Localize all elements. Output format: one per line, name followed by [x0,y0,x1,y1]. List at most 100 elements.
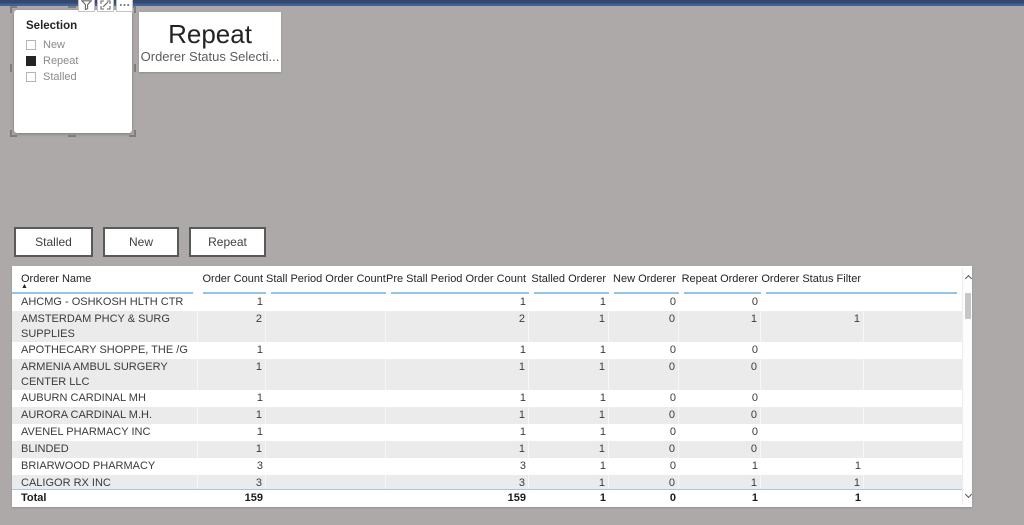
value-cell [266,390,386,407]
table-header-row: Orderer Name ▲ Order Count Stall Period Ord… [12,266,962,294]
checkbox-icon[interactable] [26,55,36,66]
table-row[interactable]: AVENEL PHARMACY INC 1 1 1 0 0 [12,424,962,441]
resize-handle[interactable] [134,64,136,72]
value-cell: 0 [669,344,676,356]
resize-handle[interactable] [68,135,76,137]
column-header[interactable]: Orderer Name ▲ [12,266,198,294]
value-cell: 0 [679,407,761,424]
value-cell: 1 [256,296,263,308]
report-canvas: Selection New Repeat Stalled Repeat Ordere… [0,0,1024,525]
slicer-option-repeat[interactable]: Repeat [26,53,132,68]
column-header[interactable]: Orderer Status Filter [761,266,864,294]
more-options-icon[interactable] [116,0,133,12]
table-row[interactable]: AUBURN CARDINAL MH 1 1 1 0 0 [12,390,962,407]
checkbox-icon[interactable] [26,39,36,50]
value-cell: 1 [761,475,864,489]
slicer-option-label: Repeat [43,54,79,67]
value-cell: 0 [751,392,758,404]
table-row[interactable]: BRIARWOOD PHARMACY 3 3 1 0 1 1 [12,458,962,475]
value-cell [266,359,386,390]
value-cell: 1 [198,359,266,390]
table-row[interactable]: APOTHECARY SHOPPE, THE /G 1 1 1 0 0 [12,342,962,359]
orderer-name-cell: BRIARWOOD PHARMACY [21,460,156,472]
column-header[interactable]: Pre Stall Period Order Count [386,266,529,294]
column-header[interactable]: Stall Period Order Count [266,266,386,294]
slicer-option-new[interactable]: New [26,37,132,52]
value-cell [761,294,864,311]
table-row[interactable]: ARMENIA AMBUL SURGERY CENTER LLC 1 1 1 0 0 [12,359,962,390]
orderer-name-cell: AHCMG - OSHKOSH HLTH CTR [21,296,184,308]
table-row[interactable]: AURORA CARDINAL M.H. 1 1 1 0 0 [12,407,962,424]
value-cell: 0 [609,441,679,458]
filter-button-stalled[interactable]: Stalled [14,227,93,257]
card-visual[interactable]: Repeat Orderer Status Selecti... [139,12,281,72]
value-cell: 1 [198,441,266,458]
visual-toolbar [78,0,133,12]
resize-handle[interactable] [10,64,12,72]
value-cell: 1 [386,359,529,390]
resize-handle[interactable] [68,6,76,8]
slicer-option-label: Stalled [43,70,77,83]
slicer-title: Selection [26,20,78,32]
filter-button-new[interactable]: New [103,227,179,257]
value-cell: 0 [609,359,679,390]
value-cell: 0 [679,441,761,458]
value-cell: 0 [609,407,679,424]
value-cell: 0 [669,296,676,308]
value-cell [266,424,386,441]
value-cell [761,390,864,407]
value-cell: 1 [386,441,529,458]
resize-handle[interactable] [10,130,17,137]
value-cell [266,458,386,475]
slicer-options: New Repeat Stalled [26,37,132,84]
total-value-cell: 159 [507,492,526,504]
value-cell: 1 [519,426,526,438]
table-body: AHCMG - OSHKOSH HLTH CTR 1 1 1 0 0 AMSTERDAM P… [12,294,962,489]
table-row[interactable]: CALIGOR RX INC 3 3 1 0 1 1 [12,475,962,489]
table-row[interactable]: BLINDED 1 1 1 0 0 [12,441,962,458]
scroll-down-icon[interactable] [964,490,972,499]
value-cell: 1 [519,296,526,308]
value-cell: 1 [761,311,864,342]
value-cell: 1 [679,311,761,342]
card-value: Repeat [168,19,252,49]
value-cell [761,342,864,359]
value-cell: 1 [854,460,861,472]
value-cell: 0 [751,296,758,308]
focus-mode-icon[interactable] [97,0,114,12]
value-cell: 3 [256,460,263,472]
orderer-name-cell: AVENEL PHARMACY INC [21,426,151,438]
orderer-name-cell: AUBURN CARDINAL MH [21,392,146,404]
scrollbar-thumb[interactable] [965,293,971,319]
filter-icon[interactable] [78,0,95,12]
value-cell: 0 [751,426,758,438]
total-value-cell: 1 [751,492,758,504]
value-cell: 0 [679,359,761,390]
resize-handle[interactable] [129,130,136,137]
column-header[interactable]: New Orderer [609,266,679,294]
column-header[interactable]: Order Count [198,266,266,294]
value-cell: 3 [198,475,266,489]
column-header[interactable]: Repeat Orderer [679,266,761,294]
checkbox-icon[interactable] [26,71,36,82]
resize-handle[interactable] [10,6,17,13]
value-cell: 1 [256,426,263,438]
filter-button-repeat[interactable]: Repeat [189,227,266,257]
table-scrollbar[interactable] [962,268,972,505]
value-cell: 1 [529,441,609,458]
value-cell: 1 [751,460,758,472]
orderer-name-cell: AURORA CARDINAL M.H. [12,407,198,424]
table-row[interactable]: AHCMG - OSHKOSH HLTH CTR 1 1 1 0 0 [12,294,962,311]
table-row[interactable]: AMSTERDAM PHCY & SURG SUPPLIES 2 2 1 0 1 1 [12,311,962,342]
value-cell: 3 [386,475,529,489]
value-cell: 0 [669,426,676,438]
slicer-option-stalled[interactable]: Stalled [26,69,132,84]
scroll-up-icon[interactable] [964,274,972,283]
spacer [864,266,962,294]
column-header[interactable]: Stalled Orderer [529,266,609,294]
